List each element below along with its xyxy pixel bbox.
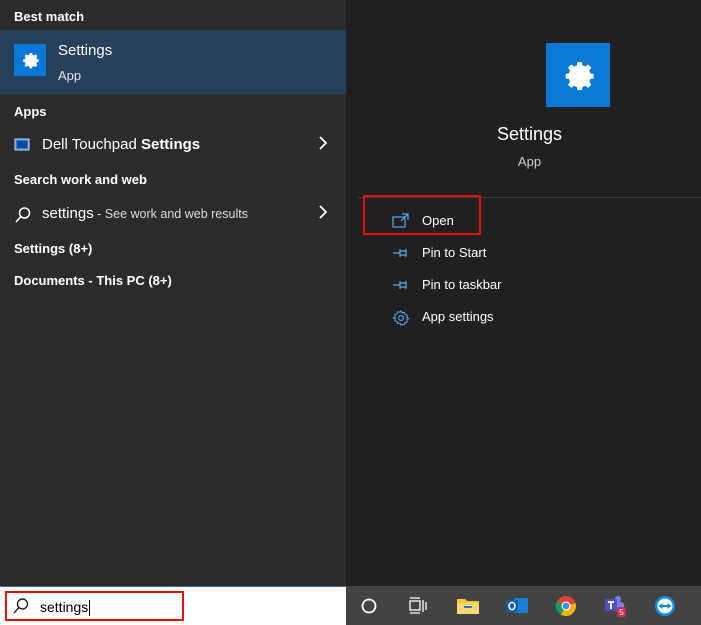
documents-group-header[interactable]: Documents - This PC (8+) [14, 273, 172, 288]
action-app-settings[interactable]: App settings [392, 303, 672, 331]
search-input[interactable]: settings [40, 599, 91, 617]
settings-group-header[interactable]: Settings (8+) [14, 241, 92, 256]
action-pin-to-taskbar[interactable]: Pin to taskbar [392, 271, 672, 299]
action-label: Pin to Start [422, 245, 487, 260]
web-result-label: settings - See work and web results [42, 205, 248, 222]
open-highlight-box [363, 195, 481, 235]
cortana-circle-icon[interactable] [357, 594, 381, 618]
file-explorer-icon[interactable] [456, 594, 480, 618]
preview-app-subtitle: App [517, 154, 542, 169]
teams-badge: 5 [619, 608, 624, 617]
pin-icon [392, 277, 410, 293]
preview-pane: Settings App Open Pin to Start Pin to ta… [346, 0, 701, 586]
search-icon [12, 597, 30, 620]
action-label: Pin to taskbar [422, 277, 502, 292]
best-match-subtitle: App [58, 68, 82, 83]
preview-app-title: Settings [496, 124, 563, 144]
touchpad-app-icon [14, 137, 30, 153]
app-result-dell-touchpad[interactable]: Dell Touchpad Settings [0, 129, 346, 161]
chrome-icon[interactable] [554, 594, 578, 618]
teamviewer-icon[interactable] [653, 594, 677, 618]
search-box[interactable]: settings [0, 586, 346, 625]
search-icon [14, 206, 31, 223]
best-match-title: Settings [58, 42, 113, 59]
app-result-label: Dell Touchpad Settings [42, 136, 201, 153]
action-pin-to-start[interactable]: Pin to Start [392, 239, 672, 267]
chevron-right-icon[interactable] [318, 135, 328, 156]
best-match-header: Best match [14, 9, 85, 24]
chevron-right-icon[interactable] [318, 204, 328, 225]
search-web-header: Search work and web [14, 172, 147, 187]
apps-header: Apps [14, 104, 47, 119]
best-match-settings[interactable]: Settings App [0, 30, 346, 94]
search-highlight-box [5, 591, 184, 621]
settings-gear-icon [546, 43, 610, 107]
outlook-icon[interactable] [505, 594, 529, 618]
gear-icon [392, 309, 410, 326]
taskbar: 5 [346, 586, 701, 625]
text-caret [89, 600, 91, 617]
pin-icon [392, 245, 410, 261]
web-result-row[interactable]: settings - See work and web results [0, 198, 346, 230]
task-view-icon[interactable] [406, 594, 430, 618]
search-results-pane: Best match Settings App Apps Dell Touchp… [0, 0, 346, 586]
action-label: App settings [422, 309, 494, 324]
teams-icon[interactable]: 5 [603, 594, 627, 618]
settings-gear-icon [14, 44, 46, 76]
